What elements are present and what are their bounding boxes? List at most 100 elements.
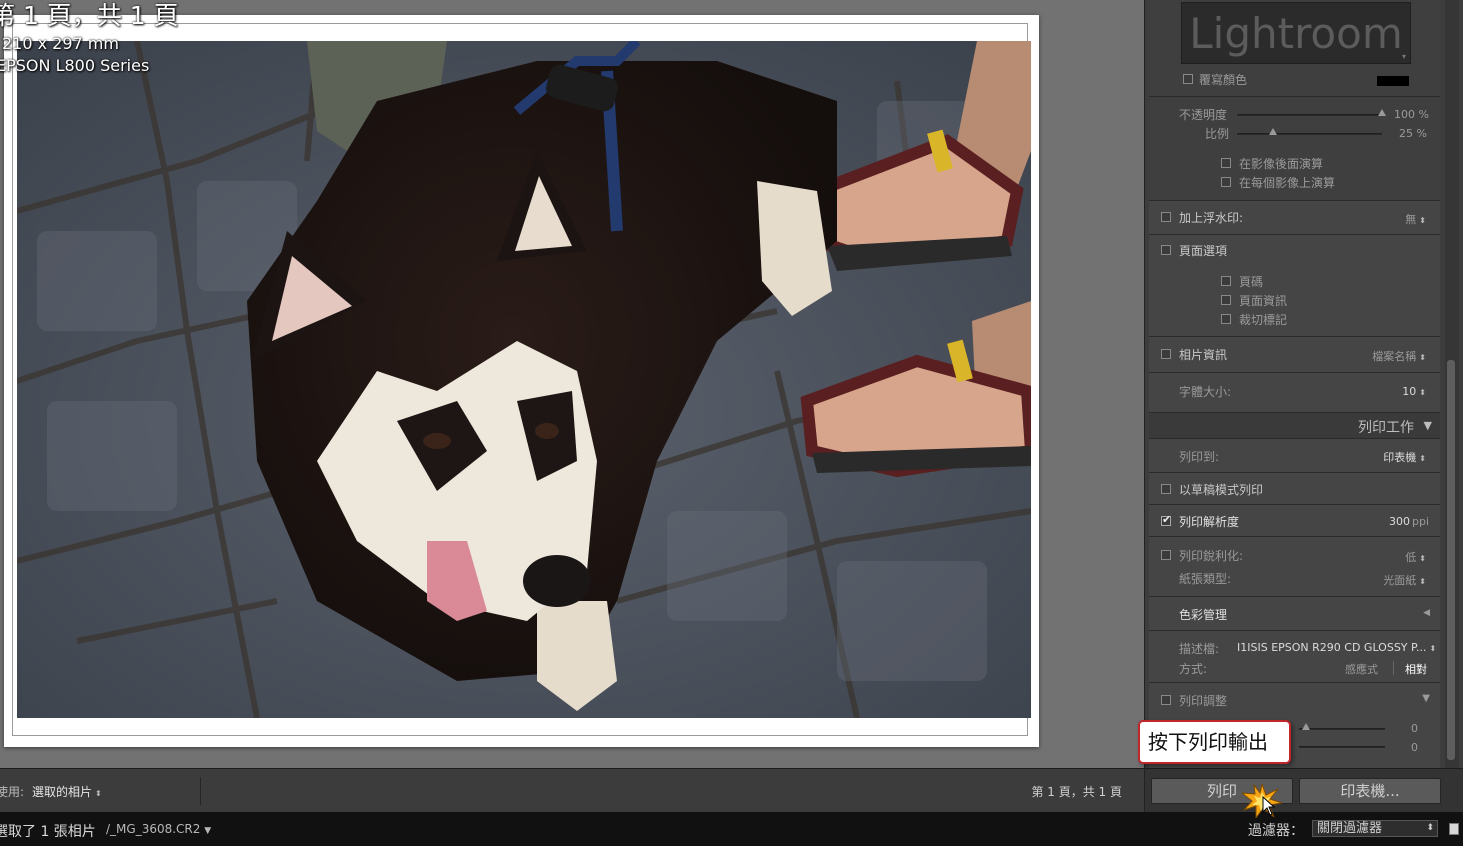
photo-info-row: 相片資訊 檔案名稱 ⬍ — [1149, 336, 1440, 372]
page-count-label: 第 1 頁，共 1 頁 — [1031, 785, 1122, 799]
dog-photo — [17, 41, 1031, 718]
printer-button[interactable]: 印表機... — [1299, 778, 1441, 804]
identity-plate-section: Lightroom ▾ 覆寫顏色 — [1149, 0, 1440, 96]
husky-puppy-image — [17, 41, 1031, 718]
print-sharpening-label: 列印銳利化: — [1179, 549, 1244, 563]
paper-size-label: 210 x 297 mm — [2, 34, 119, 53]
updown-arrows-icon: ⬍ — [95, 789, 102, 798]
intent-relative-option[interactable]: 相對 — [1405, 661, 1427, 677]
font-size-row: 字體大小: 10 ⬍ — [1149, 372, 1440, 412]
print-to-label: 列印到: — [1179, 450, 1220, 464]
opacity-label: 不透明度 — [1179, 108, 1228, 122]
color-management-header[interactable]: 色彩管理 ◀ — [1149, 596, 1440, 630]
dropdown-arrow-icon: ▼ — [204, 826, 212, 836]
watermark-selector[interactable]: 無 ⬍ — [1405, 211, 1426, 227]
print-job-title: 列印工作 — [1358, 420, 1414, 436]
panel-toggle-icon[interactable] — [1449, 823, 1459, 835]
print-job-header[interactable]: 列印工作 ▼ — [1149, 412, 1440, 438]
use-selector[interactable]: 選取的相片 ⬍ — [32, 783, 102, 800]
page-options-checkbox[interactable] — [1161, 245, 1171, 255]
opacity-slider[interactable] — [1237, 114, 1382, 116]
page-options-label: 頁面選項 — [1179, 244, 1228, 258]
use-selector-value: 選取的相片 — [32, 785, 93, 799]
lightroom-print-module: 第 1 頁，共 1 頁 210 x 297 mm EPSON L800 Seri… — [0, 0, 1463, 846]
intent-divider — [1393, 661, 1394, 675]
watermark-checkbox[interactable] — [1161, 212, 1171, 222]
collapse-triangle-icon: ▼ — [1422, 693, 1430, 704]
render-each-label: 在每個影像上演算 — [1239, 176, 1336, 190]
print-resolution-label: 列印解析度 — [1179, 515, 1240, 529]
identity-plate-preview[interactable]: Lightroom ▾ — [1181, 2, 1411, 64]
override-color-checkbox[interactable] — [1183, 74, 1193, 84]
contrast-value: 0 — [1411, 741, 1418, 754]
print-resolution-unit: ppi — [1412, 515, 1430, 528]
updown-arrows-icon: ⬍ — [1426, 823, 1434, 833]
draft-mode-row: 以草稿模式列印 — [1149, 472, 1440, 504]
photo-info-selector[interactable]: 檔案名稱 ⬍ — [1372, 348, 1426, 364]
crop-marks-label: 裁切標記 — [1239, 313, 1288, 327]
font-size-selector[interactable]: 10 ⬍ — [1402, 385, 1426, 398]
print-cell[interactable] — [12, 23, 1031, 736]
print-sharpening-selector[interactable]: 低 ⬍ — [1405, 549, 1426, 565]
print-sharpening-section: 列印銳利化: 低 ⬍ 紙張類型: 光面紙 ⬍ — [1149, 536, 1440, 596]
page-numbers-checkbox[interactable] — [1221, 276, 1231, 286]
media-type-label: 紙張類型: — [1179, 572, 1232, 586]
expand-triangle-icon: ◀ — [1423, 608, 1430, 618]
tutorial-callout: 按下列印輸出 — [1138, 720, 1291, 764]
font-size-label: 字體大小: — [1179, 385, 1232, 399]
override-color-label: 覆寫顏色 — [1199, 73, 1248, 87]
use-label: 使用: — [0, 785, 25, 799]
print-adjustment-checkbox[interactable] — [1161, 695, 1171, 705]
print-sharpening-checkbox[interactable] — [1161, 550, 1171, 560]
render-each-checkbox[interactable] — [1221, 177, 1231, 187]
identity-options-section: 不透明度 100 % 比例 25 % 在影像後面演算 在每個影像上演算 — [1149, 96, 1440, 200]
print-button-bar: 列印 印表機... — [1145, 768, 1463, 812]
page-options-section: 頁面選項 頁碼 頁面資訊 裁切標記 — [1149, 234, 1440, 336]
profile-selector[interactable]: I1ISIS EPSON R290 CD GLOSSY P... ⬍ — [1237, 641, 1436, 654]
brightness-slider-thumb[interactable] — [1302, 723, 1310, 730]
intent-perceptual-option[interactable]: 感應式 — [1345, 661, 1378, 677]
dropdown-arrow-icon: ▾ — [1401, 52, 1406, 61]
photo-info-checkbox[interactable] — [1161, 349, 1171, 359]
contrast-slider[interactable] — [1299, 746, 1385, 748]
scale-value: 25 % — [1399, 127, 1427, 140]
opacity-slider-thumb[interactable] — [1378, 109, 1386, 116]
page-info-label: 頁面資訊 — [1239, 294, 1288, 308]
printer-name-label: EPSON L800 Series — [0, 56, 150, 75]
watermark-row: 加上浮水印: 無 ⬍ — [1149, 200, 1440, 234]
page-numbers-label: 頁碼 — [1239, 275, 1264, 289]
intent-label: 方式: — [1179, 662, 1208, 676]
page-indicator: 第 1 頁，共 1 頁 — [0, 1, 179, 30]
mouse-cursor-icon — [1262, 796, 1276, 816]
identity-plate-text: Lightroom — [1189, 9, 1403, 58]
draft-mode-checkbox[interactable] — [1161, 484, 1171, 494]
print-to-selector[interactable]: 印表機 ⬍ — [1383, 449, 1426, 465]
scale-label: 比例 — [1205, 127, 1230, 141]
profile-label: 描述檔: — [1179, 642, 1220, 656]
bottom-toolbar: 使用: 選取的相片 ⬍ 第 1 頁，共 1 頁 — [0, 768, 1144, 812]
color-management-section: 描述檔: I1ISIS EPSON R290 CD GLOSSY P... ⬍ 方… — [1149, 630, 1440, 682]
crop-marks-checkbox[interactable] — [1221, 314, 1231, 324]
media-type-selector[interactable]: 光面紙 ⬍ — [1383, 572, 1426, 588]
filter-dropdown[interactable]: 關閉過濾器 ⬍ — [1312, 820, 1438, 837]
opacity-value: 100 % — [1394, 108, 1429, 121]
scale-slider-thumb[interactable] — [1269, 128, 1278, 135]
selection-count: 選取了 1 張相片 — [0, 824, 96, 840]
render-behind-checkbox[interactable] — [1221, 158, 1231, 168]
filename-selector[interactable]: /_MG_3608.CR2 ▼ — [106, 822, 211, 836]
page-info-checkbox[interactable] — [1221, 295, 1231, 305]
brightness-slider[interactable] — [1299, 728, 1385, 730]
draft-mode-label: 以草稿模式列印 — [1179, 483, 1264, 497]
brightness-value: 0 — [1411, 722, 1418, 735]
color-management-label: 色彩管理 — [1179, 608, 1228, 622]
watermark-label: 加上浮水印: — [1179, 211, 1244, 225]
paper-sheet — [4, 15, 1039, 747]
print-resolution-value[interactable]: 300 — [1389, 515, 1410, 528]
print-adjustment-label: 列印調整 — [1179, 694, 1228, 708]
panel-scrollbar-thumb[interactable] — [1447, 360, 1455, 760]
override-color-swatch[interactable] — [1377, 76, 1409, 86]
print-resolution-checkbox[interactable] — [1161, 513, 1171, 526]
toolbar-divider — [200, 777, 201, 805]
print-resolution-row: 列印解析度 300 ppi — [1149, 504, 1440, 536]
scale-slider[interactable] — [1237, 133, 1382, 135]
